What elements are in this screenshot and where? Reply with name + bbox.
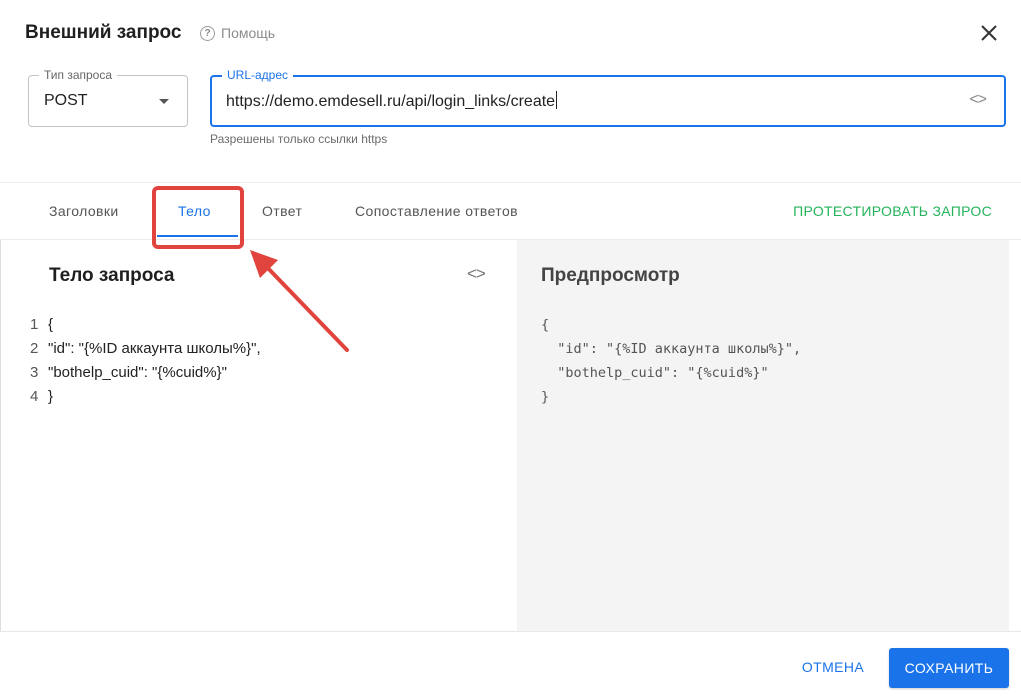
line-text: "bothelp_cuid": "{%cuid%}" [48,364,227,381]
close-button[interactable] [978,22,1000,44]
help-icon: ? [200,25,215,41]
text-cursor [556,91,558,109]
request-type-value: POST [44,92,88,109]
body-panel-title: Тело запроса [49,265,175,286]
preview-panel [517,240,1009,631]
line-number: 1 [30,316,39,333]
tab-response[interactable]: Ответ [262,203,302,219]
code-icon[interactable]: <> [467,264,486,284]
url-helper-text: Разрешены только ссылки https [210,132,388,146]
line-number: 3 [30,364,39,381]
preview-line: "bothelp_cuid": "{%cuid%}" [541,365,769,381]
code-line: 1{ [30,313,261,337]
request-type-select[interactable]: Тип запроса POST [28,68,188,127]
request-type-label: Тип запроса [39,68,118,82]
annotation-highlight-box [152,186,244,249]
preview-line: { [541,317,550,333]
help-link[interactable]: ? Помощь [200,25,275,41]
preview-line: } [541,389,550,405]
url-text: https://demo.emdesell.ru/api/login_links… [226,93,556,110]
help-label: Помощь [221,25,276,41]
panel-border [0,240,1,631]
caret-down-icon [159,99,169,104]
save-button[interactable]: СОХРАНИТЬ [889,648,1009,688]
url-input-value[interactable]: https://demo.emdesell.ru/api/login_links… [226,91,558,111]
preview-code: { "id": "{%ID аккаунта школы%}", "bothel… [541,313,801,409]
cancel-button[interactable]: ОТМЕНА [790,648,876,686]
preview-line: "id": "{%ID аккаунта школы%}", [541,341,802,357]
line-text: } [48,388,54,405]
body-code-editor[interactable]: 1{ 2 "id": "{%ID аккаунта школы%}", 3 "bot… [30,313,261,409]
divider [0,631,1021,632]
url-label: URL-адрес [222,68,294,82]
line-number: 2 [30,340,39,357]
test-request-button[interactable]: ПРОТЕСТИРОВАТЬ ЗАПРОС [793,203,992,219]
line-text: "id": "{%ID аккаунта школы%}", [48,340,261,357]
code-icon[interactable]: <> [969,91,987,109]
line-text: { [48,316,54,333]
dialog-title: Внешний запрос [25,22,182,43]
tab-response-mapping[interactable]: Сопоставление ответов [355,203,518,219]
code-line: 4} [30,385,261,409]
code-line: 2 "id": "{%ID аккаунта школы%}", [30,337,261,361]
close-icon [981,25,997,41]
line-number: 4 [30,388,39,405]
url-field[interactable]: URL-адрес https://demo.emdesell.ru/api/l… [210,68,1006,127]
tab-headers[interactable]: Заголовки [49,203,119,219]
code-line: 3 "bothelp_cuid": "{%cuid%}" [30,361,261,385]
preview-panel-title: Предпросмотр [541,265,680,286]
